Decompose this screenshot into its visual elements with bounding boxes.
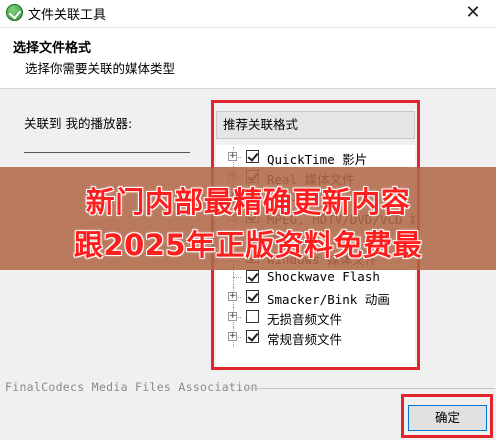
format-label: 无损音频文件 — [267, 312, 343, 327]
banner-line-1: 新门内部最精确更新内容 — [85, 185, 411, 219]
tree-item[interactable]: + 无损音频文件 — [216, 307, 415, 327]
expand-plus-icon[interactable]: + — [228, 292, 237, 301]
footer-separator — [245, 388, 495, 389]
format-checkbox[interactable] — [246, 150, 259, 163]
format-checkbox[interactable] — [246, 310, 259, 323]
tree-item[interactable]: + 常规音频文件 — [216, 327, 415, 347]
header-subtitle: 选择你需要关联的媒体类型 — [25, 61, 176, 76]
title-bar: 文件关联工具 ✕ — [0, 0, 496, 28]
expand-plus-icon[interactable]: + — [228, 332, 237, 341]
format-label: QuickTime 影片 — [267, 152, 368, 167]
close-button[interactable]: ✕ — [450, 0, 496, 27]
tree-item[interactable]: + Smacker/Bink 动画 — [216, 287, 415, 307]
banner-line-2: 跟2025年正版资料免费最 — [73, 228, 423, 262]
expand-plus-icon[interactable]: + — [228, 312, 237, 321]
tree-connector — [233, 277, 241, 278]
format-group-header: 推荐关联格式 — [216, 111, 415, 139]
footer-label: FinalCodecs Media Files Association — [5, 380, 258, 394]
format-label: Shockwave Flash — [267, 269, 380, 284]
expand-plus-icon[interactable]: + — [228, 152, 237, 161]
ok-button[interactable]: 确定 — [408, 405, 487, 431]
format-checkbox[interactable] — [246, 330, 259, 343]
wizard-header: 选择文件格式 选择你需要关联的媒体类型 — [0, 28, 496, 89]
format-checkbox[interactable] — [246, 290, 259, 303]
app-check-icon — [6, 4, 23, 21]
format-label: Smacker/Bink 动画 — [267, 292, 390, 307]
associate-to-label: 关联到 我的播放器: — [24, 116, 133, 131]
format-checkbox[interactable] — [246, 270, 259, 283]
overlay-banner: 新门内部最精确更新内容 跟2025年正版资料免费最 — [0, 167, 496, 270]
tree-item[interactable]: Shockwave Flash — [216, 267, 415, 287]
header-title: 选择文件格式 — [13, 41, 92, 56]
format-label: 常规音频文件 — [267, 332, 343, 347]
tree-item[interactable]: + QuickTime 影片 — [216, 147, 415, 167]
window-title: 文件关联工具 — [28, 8, 107, 23]
associate-separator — [24, 152, 190, 153]
